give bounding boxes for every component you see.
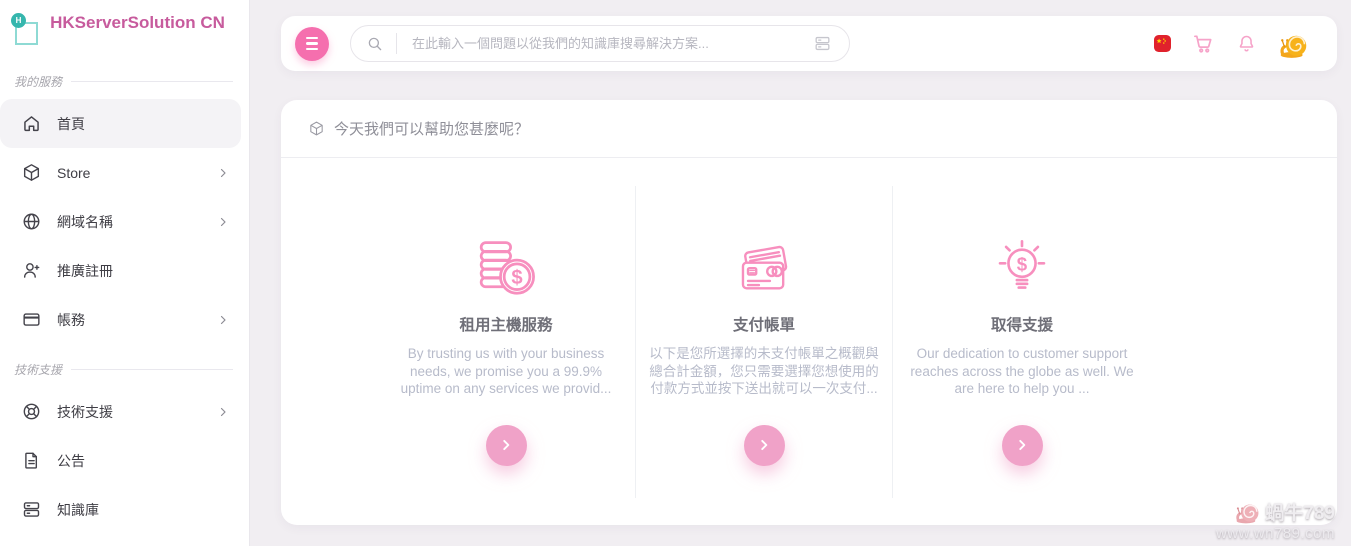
help-card-header: 今天我們可以幫助您甚麼呢？ bbox=[281, 100, 1337, 158]
get-support-arrow-button[interactable] bbox=[1002, 425, 1043, 466]
sidebar-item-label: 知識庫 bbox=[57, 500, 99, 520]
section-divider bbox=[71, 81, 233, 82]
sidebar-item-label: 技術支援 bbox=[57, 402, 113, 422]
help-heading: 今天我們可以幫助您甚麼呢？ bbox=[334, 118, 529, 139]
panel-order-hosting[interactable]: $ 租用主機服務 By trusting us with your busine… bbox=[377, 186, 635, 498]
brand-name: HKServerSolution CN bbox=[40, 13, 239, 34]
sidebar-item-label: 推廣註冊 bbox=[57, 261, 113, 281]
panel-pay-invoices[interactable]: 支付帳單 以下是您所選擇的未支付帳單之概觀與總合計金額，您只需要選擇您想使用的付… bbox=[635, 186, 893, 498]
home-icon bbox=[20, 113, 42, 134]
section-label-text: 我的服務 bbox=[14, 73, 62, 90]
sidebar-item-support[interactable]: 技術支援 bbox=[0, 387, 241, 436]
panel-description: 以下是您所選擇的未支付帳單之概觀與總合計金額，您只需要選擇您想使用的付款方式並按… bbox=[648, 345, 880, 398]
topbar-actions bbox=[1154, 29, 1309, 59]
sidebar-item-knowledgebase[interactable]: 知識庫 bbox=[0, 485, 241, 534]
credit-card-icon bbox=[20, 309, 42, 330]
search-divider bbox=[396, 33, 397, 54]
knowledgebase-search bbox=[350, 25, 850, 62]
svg-text:$: $ bbox=[1017, 253, 1028, 274]
panel-description: By trusting us with your business needs,… bbox=[390, 345, 622, 398]
chevron-right-icon bbox=[757, 438, 771, 452]
chevron-right-icon bbox=[499, 438, 513, 452]
sidebar-item-label: 帳務 bbox=[57, 310, 85, 330]
payment-cards-icon bbox=[732, 236, 796, 296]
sidebar-item-affiliates[interactable]: 推廣註冊 bbox=[0, 246, 241, 295]
knowledgebase-stack-icon bbox=[813, 34, 832, 53]
sidebar-item-label: Store bbox=[57, 165, 90, 181]
bell-icon bbox=[1236, 33, 1257, 54]
chevron-right-icon bbox=[217, 167, 229, 179]
chevron-right-icon bbox=[217, 314, 229, 326]
brand-logo-icon: H bbox=[12, 13, 40, 47]
panel-title: 支付帳單 bbox=[733, 313, 795, 335]
panel-title: 租用主機服務 bbox=[459, 313, 552, 335]
language-selector-button[interactable] bbox=[1154, 35, 1171, 52]
user-avatar[interactable] bbox=[1278, 29, 1309, 59]
china-flag-icon bbox=[1154, 35, 1171, 52]
sidebar-item-announcements[interactable]: 公告 bbox=[0, 436, 241, 485]
globe-icon bbox=[20, 211, 42, 232]
shopping-cart-icon bbox=[1192, 32, 1215, 55]
sidebar-section-support: 技術支援 bbox=[14, 361, 233, 378]
life-buoy-icon bbox=[20, 401, 42, 422]
snail-avatar-icon bbox=[1278, 29, 1309, 59]
support-bulb-icon: $ bbox=[993, 236, 1051, 296]
client-portal-page: H HKServerSolution CN 我的服務 首頁 Store bbox=[0, 0, 1351, 546]
sidebar-item-label: 網域名稱 bbox=[57, 212, 113, 232]
sidebar: H HKServerSolution CN 我的服務 首頁 Store bbox=[0, 0, 250, 546]
knowledgebase-icon bbox=[20, 499, 42, 520]
menu-toggle-button[interactable] bbox=[295, 27, 329, 61]
chevron-right-icon bbox=[217, 216, 229, 228]
sidebar-item-home[interactable]: 首頁 bbox=[0, 99, 241, 148]
chevron-right-icon bbox=[1015, 438, 1029, 452]
sidebar-item-store[interactable]: Store bbox=[0, 148, 241, 197]
section-label-text: 技術支援 bbox=[14, 361, 62, 378]
sidebar-item-label: 首頁 bbox=[57, 114, 85, 134]
cube-icon bbox=[308, 120, 325, 137]
svg-text:$: $ bbox=[511, 267, 522, 289]
sidebar-item-domains[interactable]: 網域名稱 bbox=[0, 197, 241, 246]
notifications-button[interactable] bbox=[1236, 33, 1257, 54]
chevron-right-icon bbox=[217, 406, 229, 418]
section-divider bbox=[71, 369, 233, 370]
order-hosting-arrow-button[interactable] bbox=[486, 425, 527, 466]
cart-button[interactable] bbox=[1192, 32, 1215, 55]
box-icon bbox=[20, 162, 42, 183]
panel-description: Our dedication to customer support reach… bbox=[906, 345, 1138, 398]
coins-dollar-icon: $ bbox=[475, 236, 537, 296]
sidebar-item-label: 公告 bbox=[57, 451, 85, 471]
help-columns: $ 租用主機服務 By trusting us with your busine… bbox=[377, 158, 1151, 526]
brand-logo[interactable]: H HKServerSolution CN bbox=[0, 0, 249, 47]
sidebar-item-billing[interactable]: 帳務 bbox=[0, 295, 241, 344]
pay-invoices-arrow-button[interactable] bbox=[744, 425, 785, 466]
search-input[interactable] bbox=[410, 35, 813, 52]
logo-circle-letter: H bbox=[11, 13, 26, 28]
sidebar-section-my-services: 我的服務 bbox=[14, 73, 233, 90]
panel-title: 取得支援 bbox=[991, 313, 1053, 335]
hamburger-icon bbox=[306, 37, 318, 50]
topbar bbox=[281, 16, 1337, 71]
announcement-icon bbox=[20, 450, 42, 471]
user-plus-icon bbox=[20, 260, 42, 281]
watermark-line2: www.wn789.com bbox=[1216, 525, 1335, 542]
help-card: 今天我們可以幫助您甚麼呢？ $ 租用主機服務 By trusting us wi… bbox=[281, 100, 1337, 525]
search-icon bbox=[366, 35, 384, 53]
panel-get-support[interactable]: $ 取得支援 Our dedication to customer suppor… bbox=[893, 186, 1151, 498]
